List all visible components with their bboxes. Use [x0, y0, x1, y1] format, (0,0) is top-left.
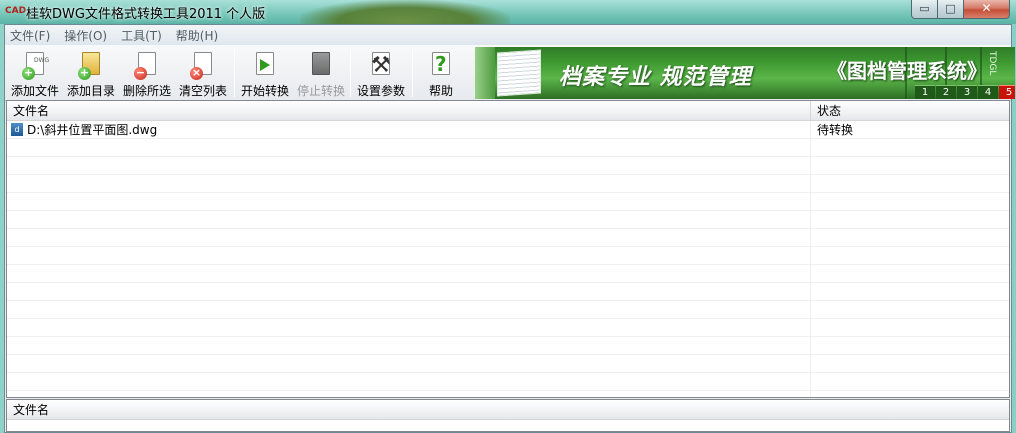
empty-row	[7, 193, 1009, 211]
maximize-icon: □	[945, 2, 956, 15]
settings-label: 设置参数	[356, 84, 405, 98]
stop-convert-label: 停止转换	[296, 84, 345, 98]
maximize-button[interactable]: □	[938, 0, 964, 19]
empty-row	[7, 337, 1009, 355]
banner-slogan: 档案专业 规范管理	[559, 64, 752, 90]
title-bar-background-tree	[300, 0, 510, 24]
help-button[interactable]: ? 帮助	[414, 48, 468, 100]
help-icon: ?	[428, 50, 454, 80]
delete-selected-label: 删除所选	[122, 84, 171, 98]
app-icon: CAD	[5, 6, 27, 16]
title-bar: CAD 桂软DWG文件格式转换工具2011 个人版 ▭ □ ✕	[0, 0, 1016, 24]
file-list-header: 文件名 状态	[7, 101, 1009, 121]
close-icon: ✕	[981, 1, 992, 15]
start-convert-icon	[252, 50, 278, 80]
minimize-button[interactable]: ▭	[911, 0, 938, 19]
add-folder-icon: +	[78, 50, 104, 80]
bottom-detail-panel: 文件名	[6, 399, 1010, 432]
menu-tools[interactable]: 工具(T)	[121, 27, 162, 44]
banner-screenshot-thumbnail	[497, 49, 541, 97]
stop-convert-icon	[308, 50, 334, 80]
file-list-body: d D:\斜井位置平面图.dwg 待转换	[7, 121, 1009, 397]
add-folder-button[interactable]: + 添加目录	[64, 48, 118, 100]
empty-row	[7, 175, 1009, 193]
product-banner: 档案专业 规范管理 《图档管理系统》 TDGL 1 2 3 4 5	[475, 47, 1015, 99]
close-button[interactable]: ✕	[964, 0, 1010, 19]
empty-row	[7, 157, 1009, 175]
banner-product-name: 《图档管理系统》	[827, 59, 987, 83]
banner-step-tabs: 1 2 3 4 5	[915, 85, 1015, 99]
clear-list-button[interactable]: × 清空列表	[176, 48, 230, 100]
settings-button[interactable]: ⚒ 设置参数	[354, 48, 408, 100]
empty-row	[7, 319, 1009, 337]
help-label: 帮助	[428, 84, 453, 98]
banner-step: 1	[915, 85, 935, 99]
toolbar-separator	[412, 49, 413, 97]
row-status: 待转换	[817, 123, 854, 137]
banner-step: 2	[936, 85, 956, 99]
banner-step: 5	[999, 85, 1015, 99]
empty-row	[7, 283, 1009, 301]
banner-vertical-text: TDGL	[987, 51, 997, 76]
empty-row	[7, 301, 1009, 319]
window-controls: ▭ □ ✕	[911, 0, 1010, 19]
empty-row	[7, 139, 1009, 157]
menu-file[interactable]: 文件(F)	[10, 27, 50, 44]
toolbar-separator	[350, 49, 351, 97]
table-row[interactable]: d D:\斜井位置平面图.dwg 待转换	[7, 121, 1009, 139]
add-file-label: 添加文件	[10, 84, 59, 98]
banner-step: 3	[957, 85, 977, 99]
empty-row	[7, 355, 1009, 373]
delete-selected-button[interactable]: − 删除所选	[120, 48, 174, 100]
add-folder-label: 添加目录	[66, 84, 115, 98]
empty-row	[7, 247, 1009, 265]
window-title: 桂软DWG文件格式转换工具2011 个人版	[26, 7, 266, 22]
delete-selected-icon: −	[134, 50, 160, 80]
settings-icon: ⚒	[371, 52, 391, 78]
empty-row	[7, 229, 1009, 247]
minimize-icon: ▭	[919, 2, 930, 15]
column-header-filename[interactable]: 文件名	[7, 101, 810, 121]
row-filename: D:\斜井位置平面图.dwg	[27, 123, 158, 137]
menu-bar: 文件(F) 操作(O) 工具(T) 帮助(H)	[5, 25, 1011, 45]
empty-row	[7, 373, 1009, 391]
clear-list-icon: ×	[190, 50, 216, 80]
start-convert-label: 开始转换	[240, 84, 289, 98]
empty-row	[7, 211, 1009, 229]
main-frame: 文件(F) 操作(O) 工具(T) 帮助(H) DWG + 添加文件 + 添加目…	[4, 24, 1015, 433]
start-convert-button[interactable]: 开始转换	[238, 48, 292, 100]
bottom-panel-header[interactable]: 文件名	[7, 400, 1009, 420]
file-list-view[interactable]: 文件名 状态 d D:\斜井位置平面图.dwg 待转换	[6, 100, 1010, 398]
clear-list-label: 清空列表	[178, 84, 227, 98]
stop-convert-button[interactable]: 停止转换	[294, 48, 348, 100]
empty-row	[7, 265, 1009, 283]
toolbar-separator	[234, 49, 235, 97]
add-file-icon: DWG +	[22, 50, 49, 80]
banner-step: 4	[978, 85, 998, 99]
dwg-file-icon: d	[11, 123, 23, 136]
menu-operation[interactable]: 操作(O)	[64, 27, 107, 44]
column-header-status[interactable]: 状态	[811, 101, 1009, 121]
menu-help[interactable]: 帮助(H)	[176, 27, 218, 44]
banner-ribbon	[475, 47, 495, 99]
add-file-button[interactable]: DWG + 添加文件	[8, 48, 62, 100]
